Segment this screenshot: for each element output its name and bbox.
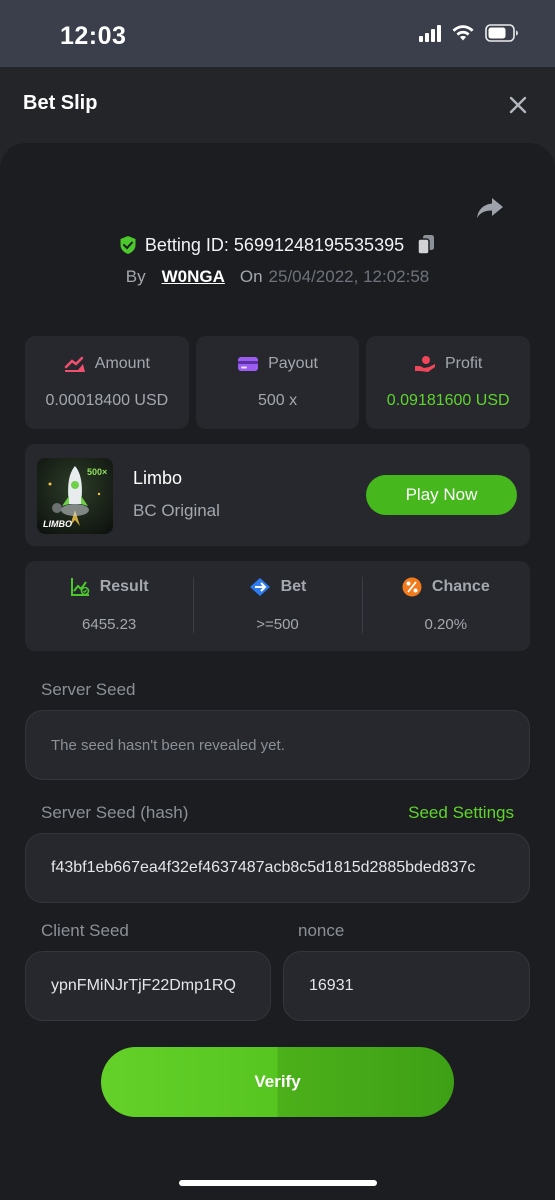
amount-value: 0.00018400 USD	[45, 392, 169, 409]
profit-icon	[415, 356, 435, 372]
username-link[interactable]: W0NGA	[162, 267, 225, 287]
chance-column: Chance 0.20%	[361, 561, 530, 651]
bet-icon	[249, 578, 270, 596]
server-seed-hash-field[interactable]: f43bf1eb667ea4f32ef4637487acb8c5d1815d28…	[25, 833, 530, 903]
result-value: 6455.23	[82, 616, 137, 633]
client-seed-label: Client Seed	[41, 921, 129, 940]
result-panel: Result 6455.23 Bet >=500 Chance 0.20%	[25, 561, 530, 651]
chance-value: 0.20%	[424, 616, 468, 633]
client-seed-field[interactable]: ypnFMiNJrTjF22Dmp1RQ	[25, 951, 271, 1021]
home-indicator[interactable]	[179, 1180, 377, 1186]
result-label: Result	[99, 578, 149, 595]
wifi-icon	[452, 25, 474, 41]
payout-value: 500 x	[257, 392, 298, 409]
bet-date: 25/04/2022, 12:02:58	[268, 267, 430, 286]
thumb-badge: 500×	[87, 467, 108, 477]
result-chart-icon	[70, 578, 90, 596]
verify-button[interactable]: Verify	[101, 1047, 454, 1117]
battery-icon	[485, 24, 518, 42]
play-now-button[interactable]: Play Now	[366, 475, 517, 515]
server-seed-label: Server Seed	[41, 680, 136, 699]
thumb-label: LIMBO	[43, 519, 72, 529]
status-time: 12:03	[60, 22, 127, 50]
by-label: By	[125, 267, 146, 286]
page-title: Bet Slip	[23, 92, 98, 114]
chance-label: Chance	[431, 578, 490, 595]
percent-icon	[402, 577, 422, 597]
game-name: Limbo	[133, 468, 183, 488]
bettor-info-row: By W0NGA On 25/04/2022, 12:02:58	[0, 267, 555, 287]
amount-label: Amount	[94, 355, 150, 372]
shield-check-icon	[120, 236, 136, 254]
close-icon[interactable]	[507, 94, 529, 116]
copy-icon[interactable]	[416, 234, 436, 256]
betting-id-text: Betting ID: 56991248195535395	[144, 234, 405, 255]
status-icons	[419, 24, 519, 42]
bet-slip-card	[0, 143, 555, 1200]
payout-card-icon	[238, 357, 259, 371]
on-label: On	[239, 267, 263, 286]
nonce-field[interactable]: 16931	[283, 951, 530, 1021]
nonce-label: nonce	[298, 921, 345, 940]
payout-stat: Payout 500 x	[195, 336, 360, 429]
profit-value: 0.09181600 USD	[386, 392, 510, 409]
game-thumbnail[interactable]: 500× LIMBO	[37, 458, 113, 534]
server-seed-hash-label: Server Seed (hash)	[41, 803, 189, 822]
result-column: Result 6455.23	[25, 561, 193, 651]
seed-settings-link[interactable]: Seed Settings	[408, 803, 514, 823]
payout-label: Payout	[268, 355, 318, 372]
bet-column: Bet >=500	[193, 561, 361, 651]
cellular-signal-icon	[419, 24, 441, 42]
bet-value: >=500	[256, 616, 299, 633]
profit-label: Profit	[445, 355, 483, 372]
status-bar: 12:03	[0, 0, 555, 67]
betting-id-row: Betting ID: 56991248195535395	[0, 234, 555, 256]
share-icon[interactable]	[476, 196, 504, 220]
bet-label: Bet	[280, 578, 307, 595]
game-card: 500× LIMBO Limbo BC Original Play Now	[25, 444, 530, 546]
game-provider: BC Original	[133, 501, 220, 520]
server-seed-field[interactable]: The seed hasn't been revealed yet.	[25, 710, 530, 780]
bet-stats: Amount 0.00018400 USD Payout 500 x Profi…	[25, 336, 531, 429]
amount-stat: Amount 0.00018400 USD	[25, 336, 189, 429]
profit-stat: Profit 0.09181600 USD	[366, 336, 531, 429]
amount-icon	[64, 356, 85, 372]
